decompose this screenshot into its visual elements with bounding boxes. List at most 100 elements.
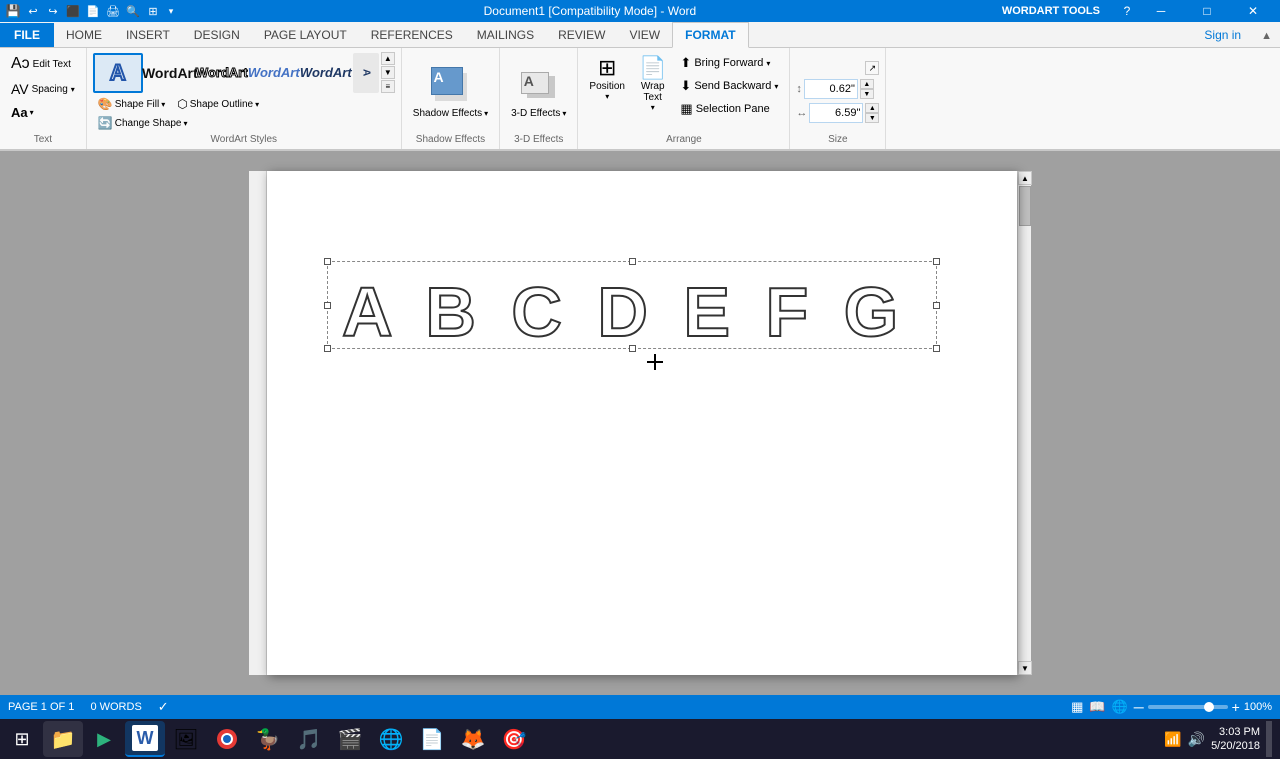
handle-mr[interactable] bbox=[933, 302, 940, 309]
close-btn[interactable]: ✕ bbox=[1230, 0, 1276, 22]
zoom-in-btn[interactable]: + bbox=[1232, 699, 1240, 715]
gallery-scroll-up[interactable]: ▲ bbox=[381, 52, 395, 65]
tab-page-layout[interactable]: PAGE LAYOUT bbox=[252, 23, 359, 47]
taskbar-videoeditor[interactable]: 🎬 bbox=[330, 721, 370, 757]
threed-effects-btn[interactable]: 3-D Effects ▾ bbox=[508, 107, 569, 120]
shape-outline-btn[interactable]: ⬡ Shape Outline ▾ bbox=[172, 95, 264, 113]
taskbar-word[interactable]: W bbox=[125, 721, 165, 757]
height-input[interactable] bbox=[804, 79, 858, 99]
taskbar-mediaplayer[interactable]: ▶ bbox=[84, 721, 124, 757]
scroll-down-btn[interactable]: ▼ bbox=[1018, 661, 1032, 675]
tab-format[interactable]: FORMAT bbox=[672, 22, 748, 48]
edit-text-btn[interactable]: Aↄ Edit Text bbox=[6, 52, 76, 76]
taskbar-explorer[interactable]: 📁 bbox=[43, 721, 83, 757]
bring-forward-label: Bring Forward bbox=[694, 57, 763, 69]
qat-dropdown[interactable]: ▾ bbox=[164, 2, 178, 20]
qat-btn-8[interactable]: ⊞ bbox=[144, 2, 162, 20]
taskbar-vlc[interactable]: 🎵 bbox=[289, 721, 329, 757]
height-spin-up[interactable]: ▲ bbox=[860, 79, 874, 89]
save-btn[interactable]: 💾 bbox=[4, 2, 22, 20]
tab-review[interactable]: REVIEW bbox=[546, 23, 617, 47]
group-size-label: Size bbox=[796, 134, 879, 145]
tab-design[interactable]: DESIGN bbox=[182, 23, 252, 47]
document-page[interactable]: A B C D E F G bbox=[267, 171, 1017, 675]
start-btn[interactable]: ⊞ bbox=[2, 721, 42, 757]
gallery-scroll-down[interactable]: ▼ bbox=[381, 66, 395, 79]
wordart-style-3[interactable]: WordArt bbox=[197, 53, 247, 93]
wordart-style-5[interactable]: WordArt bbox=[301, 53, 351, 93]
taskbar-app13[interactable]: 🎯 bbox=[494, 721, 534, 757]
taskbar-browser[interactable]: 🌐 bbox=[371, 721, 411, 757]
zoom-out-btn[interactable]: ─ bbox=[1134, 699, 1144, 715]
wrap-text-label: Wrap bbox=[641, 81, 665, 92]
shape-fill-btn[interactable]: 🎨 Shape Fill ▾ bbox=[93, 95, 170, 113]
width-spin-down[interactable]: ▼ bbox=[865, 113, 879, 123]
pdf-icon: 📄 bbox=[420, 727, 445, 752]
handle-bl[interactable] bbox=[324, 345, 331, 352]
redo-btn[interactable]: ↪ bbox=[44, 2, 62, 20]
view-read-btn[interactable]: 📖 bbox=[1089, 699, 1105, 715]
photos-icon: 🖼 bbox=[173, 727, 198, 752]
size-expand-btn[interactable]: ↗ bbox=[865, 61, 879, 75]
threed-effects-content: A 3-D Effects ▾ bbox=[508, 52, 569, 132]
shape-outline-label: Shape Outline bbox=[190, 99, 253, 110]
sign-in-link[interactable]: Sign in bbox=[1192, 23, 1253, 47]
wordart-style-vert[interactable]: A bbox=[353, 53, 379, 93]
scroll-up-btn[interactable]: ▲ bbox=[1018, 171, 1032, 185]
width-spin-up[interactable]: ▲ bbox=[865, 103, 879, 113]
handle-tl[interactable] bbox=[324, 258, 331, 265]
change-shape-btn[interactable]: 🔄 Change Shape ▾ bbox=[93, 114, 395, 132]
aa-dropdown-icon: ▾ bbox=[30, 108, 34, 117]
qat-btn-6[interactable]: 🖨 bbox=[104, 2, 122, 20]
qat-btn-7[interactable]: 🔍 bbox=[124, 2, 142, 20]
scroll-thumb[interactable] bbox=[1019, 186, 1031, 226]
qat-btn-5[interactable]: 📄 bbox=[84, 2, 102, 20]
tab-file[interactable]: FILE bbox=[0, 23, 54, 47]
proofing-icon[interactable]: ✓ bbox=[158, 699, 169, 715]
minimize-btn[interactable]: ─ bbox=[1138, 0, 1184, 22]
wrap-text-btn[interactable]: 📄 Wrap Text ▾ bbox=[634, 52, 671, 115]
wordart-style-4-label: WordArt bbox=[248, 65, 300, 80]
handle-tr[interactable] bbox=[933, 258, 940, 265]
tab-insert[interactable]: INSERT bbox=[114, 23, 182, 47]
wordart-style-1[interactable]: A bbox=[93, 53, 143, 93]
taskbar-pdf[interactable]: 📄 bbox=[412, 721, 452, 757]
taskbar-firefox[interactable]: 🦊 bbox=[453, 721, 493, 757]
wordart-style-2[interactable]: WordArt bbox=[145, 53, 195, 93]
bring-forward-dropdown: ▾ bbox=[766, 59, 770, 68]
aa-btn[interactable]: Aa ▾ bbox=[6, 102, 39, 123]
taskbar-photos[interactable]: 🖼 bbox=[166, 721, 206, 757]
maximize-btn[interactable]: □ bbox=[1184, 0, 1230, 22]
handle-ml[interactable] bbox=[324, 302, 331, 309]
send-backward-btn[interactable]: ⬇ Send Backward ▾ bbox=[675, 75, 783, 97]
wordart-style-4[interactable]: WordArt bbox=[249, 53, 299, 93]
tab-home[interactable]: HOME bbox=[54, 23, 114, 47]
spacing-btn[interactable]: AV Spacing ▾ bbox=[6, 78, 80, 100]
handle-bm[interactable] bbox=[629, 345, 636, 352]
wordart-selection[interactable]: A B C D E F G bbox=[327, 261, 937, 349]
collapse-ribbon-btn[interactable]: ▲ bbox=[1253, 25, 1280, 47]
handle-tm[interactable] bbox=[629, 258, 636, 265]
width-input[interactable] bbox=[809, 103, 863, 123]
shadow-effects-btn[interactable]: Shadow Effects ▾ bbox=[410, 107, 491, 120]
gallery-expand[interactable]: ≡ bbox=[381, 80, 395, 93]
selection-pane-btn[interactable]: ▦ Selection Pane bbox=[675, 98, 783, 120]
position-btn[interactable]: ⊞ Position ▾ bbox=[584, 52, 630, 104]
zoom-slider-track[interactable] bbox=[1148, 705, 1228, 709]
taskbar-chrome[interactable] bbox=[207, 721, 247, 757]
view-web-btn[interactable]: 🌐 bbox=[1112, 699, 1128, 715]
tab-references[interactable]: REFERENCES bbox=[359, 23, 465, 47]
bring-forward-btn[interactable]: ⬆ Bring Forward ▾ bbox=[675, 52, 783, 74]
tab-view[interactable]: VIEW bbox=[617, 23, 672, 47]
height-spin-down[interactable]: ▼ bbox=[860, 89, 874, 99]
show-desktop-btn[interactable] bbox=[1266, 721, 1272, 757]
qat-btn-4[interactable]: ⬛ bbox=[64, 2, 82, 20]
chrome-icon bbox=[215, 727, 239, 751]
help-btn[interactable]: ? bbox=[1116, 2, 1138, 20]
view-print-btn[interactable]: ▦ bbox=[1071, 699, 1083, 715]
tab-mailings[interactable]: MAILINGS bbox=[465, 23, 546, 47]
handle-br[interactable] bbox=[933, 345, 940, 352]
undo-btn[interactable]: ↩ bbox=[24, 2, 42, 20]
taskbar-duckduckgo[interactable]: 🦆 bbox=[248, 721, 288, 757]
scroll-track bbox=[1018, 185, 1031, 661]
